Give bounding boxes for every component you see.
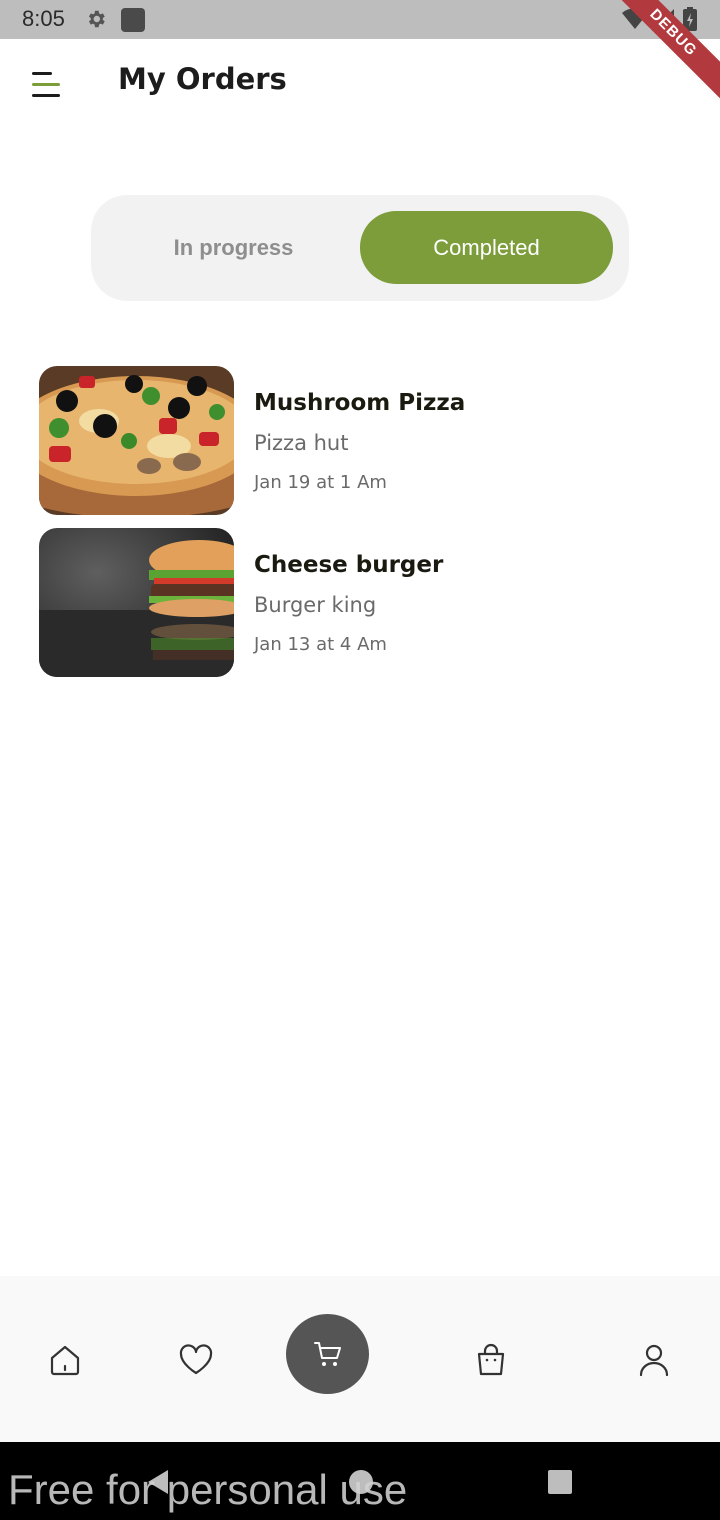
- recents-square-icon[interactable]: [548, 1470, 572, 1494]
- order-store: Burger king: [254, 593, 377, 617]
- order-name: Cheese burger: [254, 552, 444, 578]
- page-title: My Orders: [118, 62, 287, 96]
- profile-icon[interactable]: [636, 1342, 672, 1378]
- heart-icon[interactable]: [178, 1342, 214, 1378]
- cart-button[interactable]: [286, 1314, 369, 1394]
- order-status-tabs: In progress Completed: [91, 195, 629, 301]
- order-store: Pizza hut: [254, 431, 349, 455]
- cart-icon: [313, 1342, 341, 1366]
- status-time: 8:05: [22, 6, 65, 31]
- bottom-nav: [0, 1276, 720, 1442]
- order-date: Jan 19 at 1 Am: [254, 472, 387, 493]
- menu-icon[interactable]: [30, 70, 62, 100]
- order-card[interactable]: Cheese burger Burger king Jan 13 at 4 Am: [39, 528, 679, 678]
- status-bar: 8:05 DEBUG: [0, 0, 720, 103]
- notification-square-icon: [121, 8, 145, 32]
- tab-in-progress[interactable]: In progress: [111, 215, 356, 281]
- pizza-photo: [39, 366, 234, 515]
- bag-icon[interactable]: [473, 1342, 509, 1378]
- home-icon[interactable]: [47, 1342, 83, 1378]
- burger-photo: [39, 528, 234, 677]
- gear-icon: [88, 10, 105, 28]
- order-name: Mushroom Pizza: [254, 390, 466, 416]
- tab-completed[interactable]: Completed: [360, 211, 613, 284]
- watermark: Free for personal use: [8, 1466, 408, 1513]
- order-card[interactable]: Mushroom Pizza Pizza hut Jan 19 at 1 Am: [39, 366, 679, 516]
- order-date: Jan 13 at 4 Am: [254, 634, 387, 655]
